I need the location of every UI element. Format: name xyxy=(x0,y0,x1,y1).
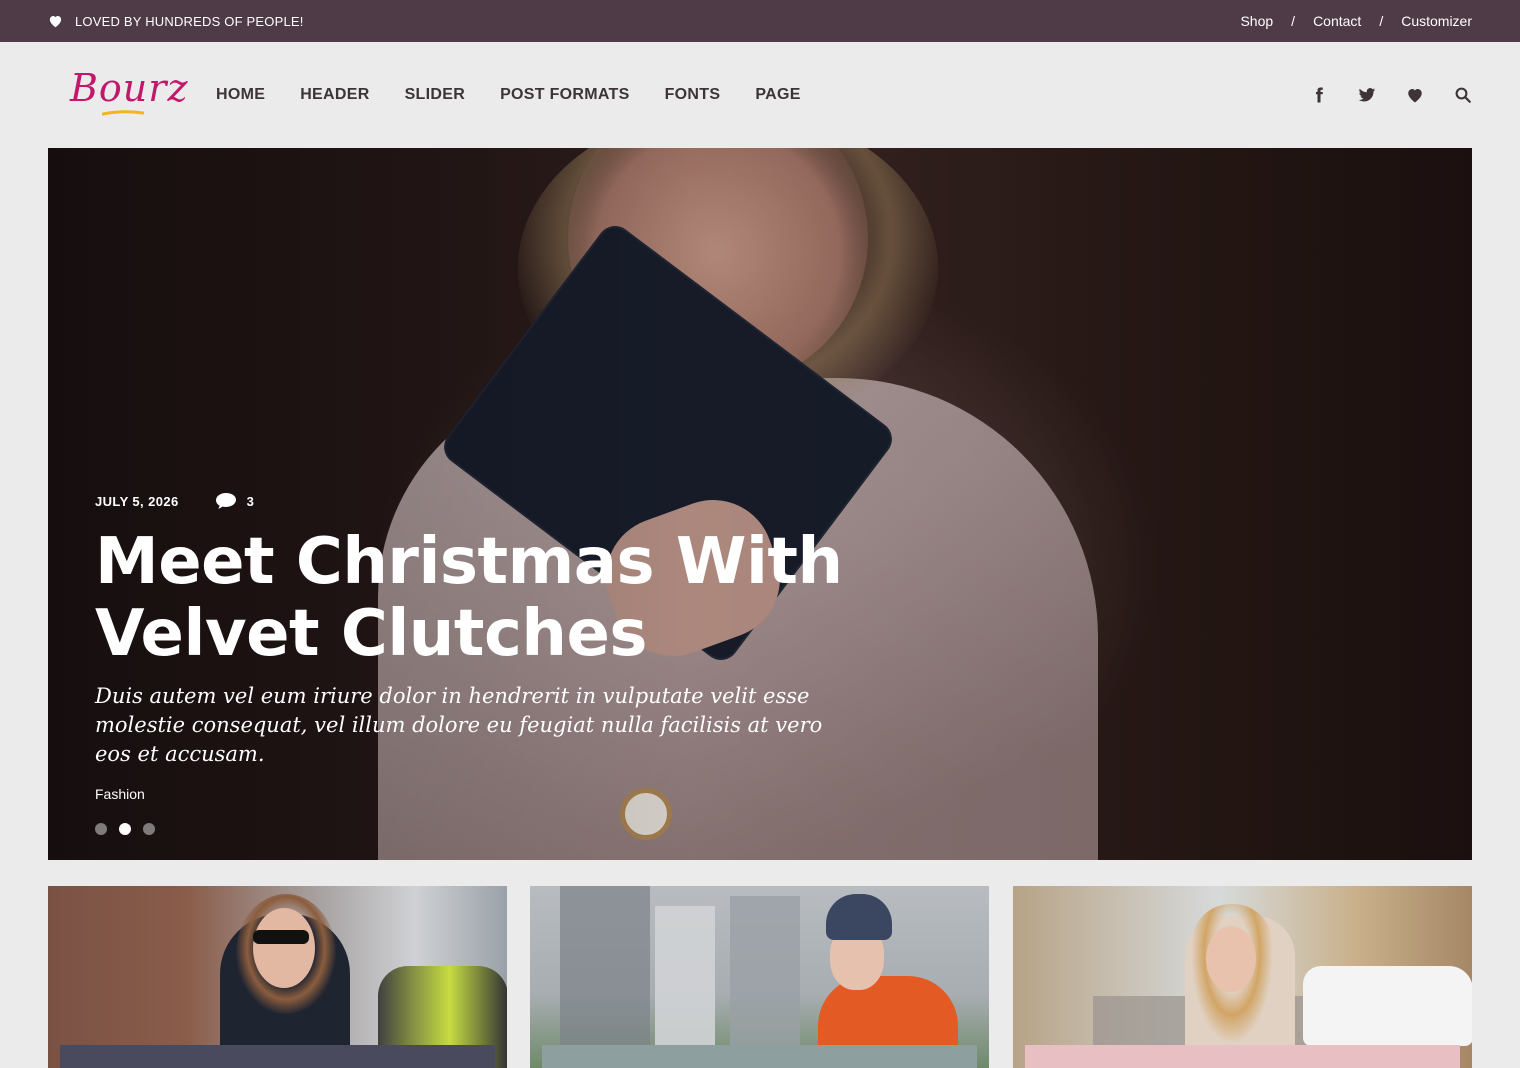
slider-pagination xyxy=(95,823,155,835)
header-icons xyxy=(1308,42,1474,148)
nav-item-fonts[interactable]: FONTS xyxy=(665,86,721,104)
nav-item-header[interactable]: HEADER xyxy=(300,86,369,104)
hero-meta: JULY 5, 2026 3 xyxy=(95,492,254,510)
post-card-info-strip xyxy=(1025,1045,1460,1068)
slider-dot-1[interactable] xyxy=(95,823,107,835)
hero-title[interactable]: Meet Christmas With Velvet Clutches xyxy=(95,526,875,670)
twitter-icon[interactable] xyxy=(1356,84,1378,106)
search-icon[interactable] xyxy=(1452,84,1474,106)
top-bar: LOVED BY HUNDREDS OF PEOPLE! Shop / Cont… xyxy=(0,0,1520,42)
comment-icon[interactable] xyxy=(215,492,237,510)
topbar-separator: / xyxy=(1291,13,1296,29)
nav-item-post-formats[interactable]: POST FORMATS xyxy=(500,86,630,104)
site-logo[interactable]: Bourz xyxy=(70,66,187,124)
hero-date: JULY 5, 2026 xyxy=(95,493,179,509)
topbar-tagline-group: LOVED BY HUNDREDS OF PEOPLE! xyxy=(48,0,304,42)
topbar-link-customizer[interactable]: Customizer xyxy=(1401,13,1472,29)
post-card-info-strip xyxy=(542,1045,977,1068)
slider-dot-2[interactable] xyxy=(119,823,131,835)
nav-item-slider[interactable]: SLIDER xyxy=(405,86,465,104)
post-card-image xyxy=(530,886,989,1068)
topbar-separator: / xyxy=(1379,13,1384,29)
logo-underline xyxy=(102,110,144,116)
post-cards-row xyxy=(48,886,1472,1068)
post-card-image xyxy=(1013,886,1472,1068)
nav-item-home[interactable]: HOME xyxy=(216,86,265,104)
post-card-image xyxy=(48,886,507,1068)
facebook-icon[interactable] xyxy=(1308,84,1330,106)
hero-slider[interactable]: JULY 5, 2026 3 Meet Christmas With Velve… xyxy=(48,148,1472,860)
post-card[interactable] xyxy=(1013,886,1472,1068)
logo-text: Bourz xyxy=(70,66,189,110)
topbar-links: Shop / Contact / Customizer xyxy=(1240,0,1472,42)
slider-dot-3[interactable] xyxy=(143,823,155,835)
hero-comment-count[interactable]: 3 xyxy=(247,494,255,509)
topbar-tagline: LOVED BY HUNDREDS OF PEOPLE! xyxy=(75,13,304,29)
post-card[interactable] xyxy=(48,886,507,1068)
heart-icon[interactable] xyxy=(1404,84,1426,106)
topbar-link-shop[interactable]: Shop xyxy=(1240,13,1273,29)
post-card-info-strip xyxy=(60,1045,495,1068)
hero-excerpt: Duis autem vel eum iriure dolor in hendr… xyxy=(95,684,823,766)
main-nav: HOME HEADER SLIDER POST FORMATS FONTS PA… xyxy=(216,42,836,148)
post-card[interactable] xyxy=(530,886,989,1068)
hero-category-link[interactable]: Fashion xyxy=(95,786,145,802)
topbar-link-contact[interactable]: Contact xyxy=(1313,13,1361,29)
nav-item-page[interactable]: PAGE xyxy=(755,86,800,104)
site-header: Bourz HOME HEADER SLIDER POST FORMATS FO… xyxy=(0,42,1520,148)
heart-icon xyxy=(49,16,62,28)
